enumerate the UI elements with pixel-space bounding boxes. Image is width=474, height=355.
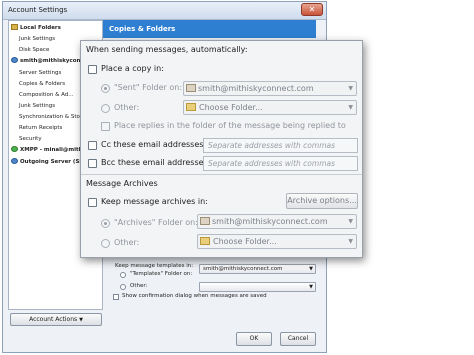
tree-item-label: Junk Settings [19,103,56,109]
sent-other-label: Other: [114,103,140,112]
window-title: Account Settings [3,2,326,20]
archives-folder-radio[interactable] [101,219,110,228]
folder-icon [11,24,18,30]
templates-folder-value: smith@mithiskyconnect.com [203,266,283,272]
tree-item[interactable]: Copies & Folders [19,79,65,90]
chevron-down-icon: ▼ [309,284,313,290]
chat-account-icon [11,146,18,152]
tree-item-label: Copies & Folders [19,81,66,87]
tree-item[interactable]: Composition & Ad... [19,90,74,101]
place-replies-label: Place replies in the folder of the messa… [114,121,346,130]
smtp-icon [11,158,18,164]
tree-item[interactable]: Security [19,134,42,145]
bcc-label: Bcc these email addresses: [101,158,211,167]
sent-folder-label: "Sent" Folder on: [114,83,183,92]
archive-options-button[interactable]: Archive options... [286,193,358,209]
sent-other-folder-select[interactable]: Choose Folder... ▼ [183,100,357,115]
chevron-down-icon: ▼ [348,104,353,111]
cc-address-input[interactable]: Separate addresses with commas [203,138,358,153]
archives-folder-value: smith@mithiskyconnect.com [212,217,328,226]
bcc-checkbox[interactable] [88,159,97,168]
folder-icon [186,103,196,111]
close-button[interactable]: ✕ [301,3,323,16]
tree-item[interactable]: Synchronization & Sto... [19,112,85,123]
chevron-down-icon: ▼ [348,238,353,245]
show-confirmation-label: Show confirmation dialog when messages a… [122,293,267,299]
tree-item-label: Local Folders [20,25,61,31]
archives-heading: Message Archives [86,179,158,188]
account-actions-button[interactable]: Account Actions ▼ [10,313,102,326]
tree-item[interactable]: Return Receipts [19,123,62,134]
keep-archives-checkbox[interactable] [88,198,97,207]
bcc-address-input[interactable]: Separate addresses with commas [203,156,358,171]
place-copy-checkbox[interactable] [88,65,97,74]
keep-archives-label: Keep message archives in: [101,197,208,206]
section-divider [81,174,362,175]
place-replies-checkbox[interactable] [101,122,110,131]
sent-folder-value: smith@mithiskyconnect.com [198,84,314,93]
mail-account-icon [11,57,18,63]
tree-item[interactable]: Local Folders [11,23,61,34]
chevron-down-icon: ▼ [348,218,353,225]
tree-item-label: Security [19,136,42,142]
tree-item-label: Composition & Ad... [19,92,74,98]
tree-item-label: Synchronization & Sto... [19,114,85,120]
cc-label: Cc these email addresses: [101,140,207,149]
show-confirmation-checkbox[interactable] [113,294,119,300]
templates-other-radio[interactable] [120,284,126,290]
sent-folder-select[interactable]: smith@mithiskyconnect.com ▼ [183,81,357,96]
tree-item[interactable]: Disk Space [19,45,49,56]
place-copy-label: Place a copy in: [101,64,164,73]
tree-item-label: Return Receipts [19,125,63,131]
archives-other-label: Other: [114,238,140,247]
panel-header: Copies & Folders [103,20,316,38]
archives-other-folder-select[interactable]: Choose Folder... ▼ [197,234,357,249]
archives-other-radio[interactable] [101,239,110,248]
templates-other-label: Other: [130,283,148,289]
chevron-down-icon: ▼ [348,85,353,92]
archives-choose-folder: Choose Folder... [213,237,277,246]
mail-account-icon [186,84,196,92]
ok-button[interactable]: OK [236,332,272,346]
cc-checkbox[interactable] [88,141,97,150]
chevron-down-icon: ▼ [79,317,83,323]
account-actions-label: Account Actions [29,316,78,323]
tree-item-label: Junk Settings [19,36,56,42]
folder-icon [200,237,210,245]
archives-folder-label: "Archives" Folder on: [114,218,198,227]
archives-folder-select[interactable]: smith@mithiskyconnect.com ▼ [197,214,357,229]
tree-item[interactable]: Server Settings [19,68,61,79]
sending-heading: When sending messages, automatically: [86,45,248,54]
sent-choose-folder: Choose Folder... [199,103,263,112]
chevron-down-icon: ▼ [309,266,313,272]
tree-item-label: Server Settings [19,70,62,76]
templates-folder-label: "Templates" Folder on: [130,271,193,277]
templates-folder-radio[interactable] [120,272,126,278]
tree-item[interactable]: Junk Settings [19,101,55,112]
tree-item[interactable]: Junk Settings [19,34,55,45]
templates-heading: Keep message templates in: [115,263,194,269]
cancel-button[interactable]: Cancel [280,332,316,346]
tree-item-label: Disk Space [19,47,50,53]
templates-folder-select[interactable]: smith@mithiskyconnect.com ▼ [199,264,316,274]
sent-other-radio[interactable] [101,104,110,113]
mail-account-icon [200,217,210,225]
sent-folder-radio[interactable] [101,84,110,93]
templates-other-select[interactable]: ▼ [199,282,316,292]
magnified-panel: When sending messages, automatically: Pl… [80,40,363,258]
